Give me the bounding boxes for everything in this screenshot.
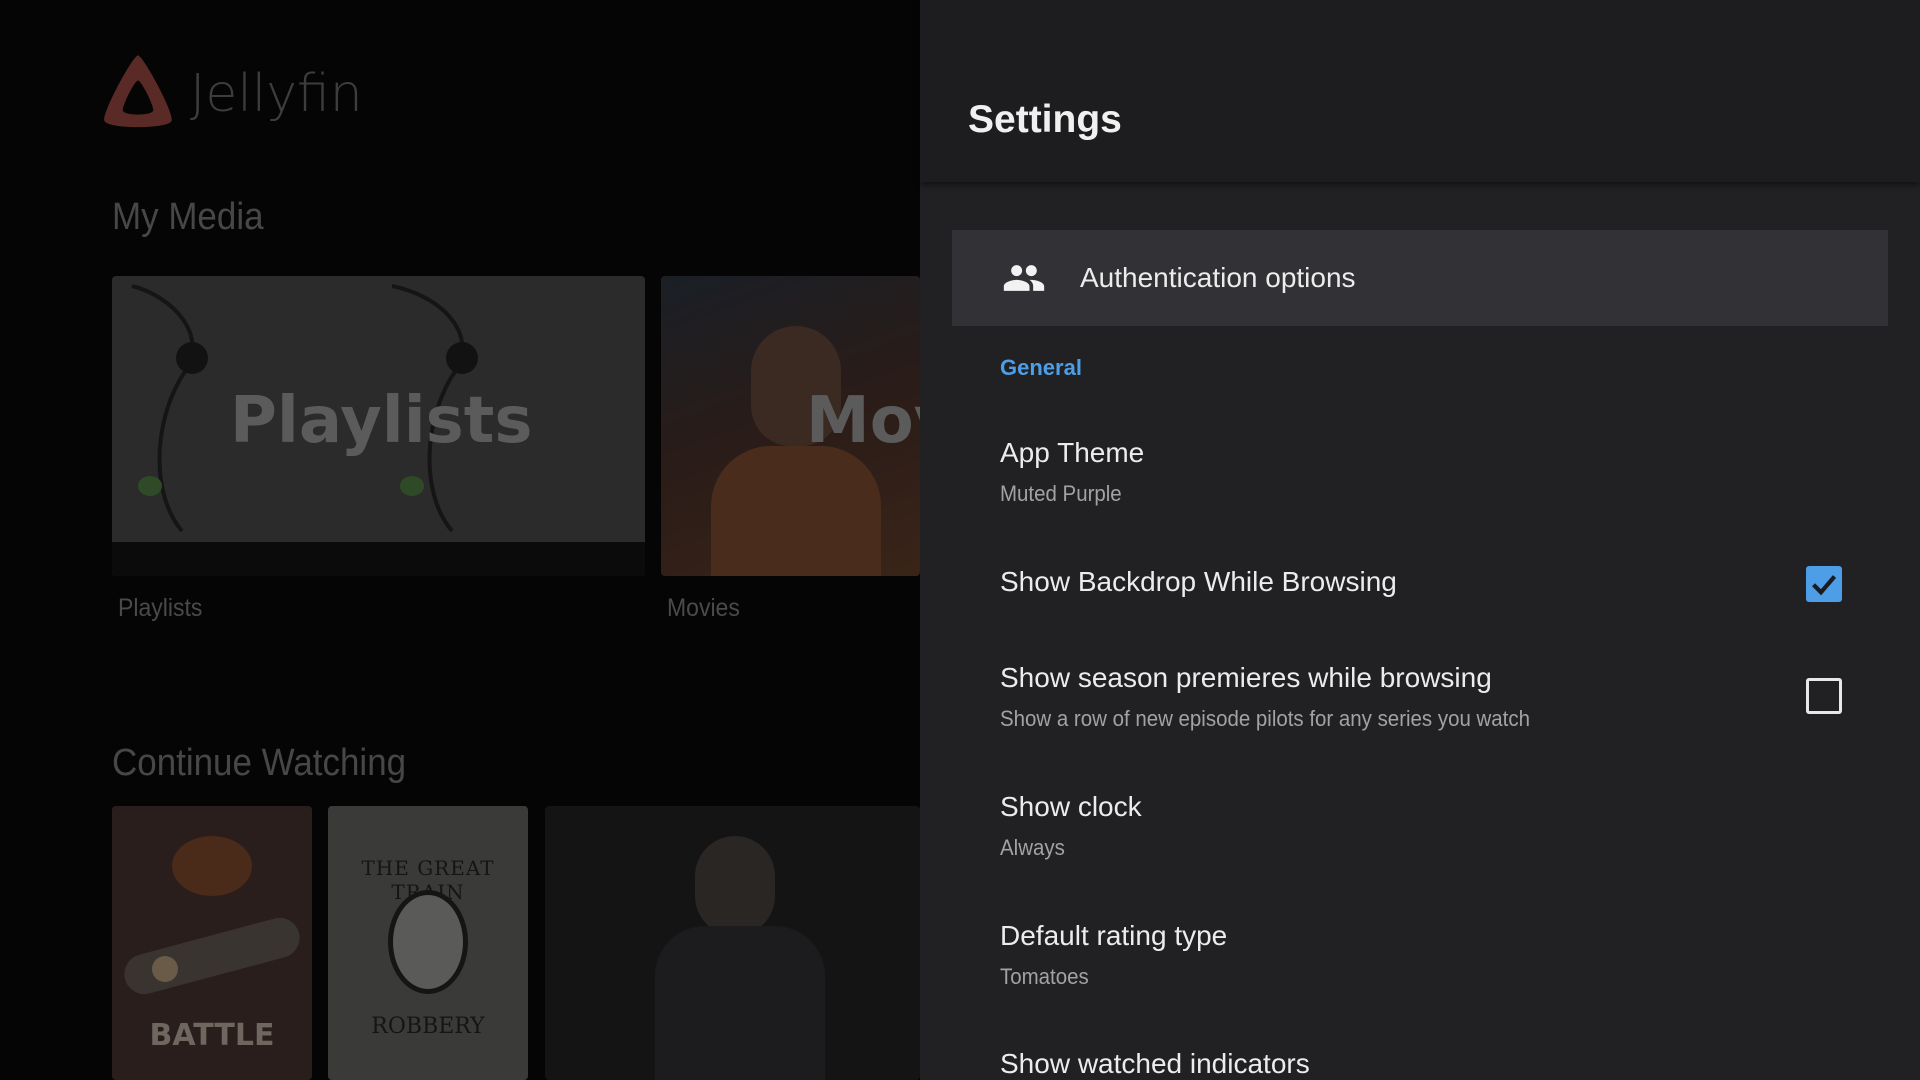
setting-title: Default rating type — [1000, 920, 1228, 951]
setting-show-watched-indicators[interactable]: Show watched indicators — [1000, 1048, 1840, 1080]
tile-text: Mov — [806, 384, 920, 458]
checkbox-checked[interactable] — [1806, 566, 1842, 602]
poster-title-art: BATTLE — [149, 1018, 275, 1053]
media-label-movies: Movies — [667, 594, 740, 622]
logo-text: Jellyfin — [190, 64, 363, 124]
settings-header: Settings — [920, 0, 1920, 182]
authentication-options-label: Authentication options — [1080, 262, 1356, 293]
setting-default-rating-type[interactable]: Default rating type Tomatoes — [1000, 920, 1840, 990]
jellyfin-logo: Jellyfin — [96, 52, 363, 136]
setting-value: Muted Purple — [1000, 481, 1122, 506]
people-icon — [1003, 265, 1045, 291]
setting-value: Always — [1000, 835, 1065, 860]
setting-title: App Theme — [1000, 437, 1145, 468]
setting-title: Show season premieres while browsing — [1000, 662, 1492, 693]
continue-watching-still[interactable] — [545, 806, 920, 1080]
setting-title: Show Backdrop While Browsing — [1000, 566, 1397, 597]
setting-show-clock[interactable]: Show clock Always — [1000, 791, 1840, 861]
media-label-playlists: Playlists — [118, 594, 203, 622]
section-header-general: General — [1000, 355, 1082, 380]
settings-panel: Settings Authentication options General … — [920, 0, 1920, 1080]
poster-title-end: ROBBERY — [371, 1014, 485, 1039]
checkbox-unchecked[interactable] — [1806, 678, 1842, 714]
setting-title: Show clock — [1000, 791, 1142, 822]
media-tile-movies[interactable]: Mov — [661, 276, 920, 576]
settings-title: Settings — [968, 98, 1122, 141]
continue-watching-title: Continue Watching — [112, 742, 407, 784]
tile-text: Playlists — [230, 384, 533, 458]
setting-app-theme[interactable]: App Theme Muted Purple — [1000, 437, 1840, 507]
setting-title: Show watched indicators — [1000, 1048, 1310, 1079]
authentication-options-item[interactable]: Authentication options — [952, 230, 1888, 326]
media-tile-playlists[interactable]: Playlists — [112, 276, 645, 576]
setting-show-season-premieres[interactable]: Show season premieres while browsing Sho… — [1000, 662, 1842, 732]
setting-value: Tomatoes — [1000, 964, 1089, 989]
my-media-title: My Media — [112, 196, 264, 238]
jellyfin-logo-icon — [104, 55, 172, 128]
poster-great-train-robbery[interactable]: THE GREAT TRAIN ROBBERY — [328, 806, 528, 1080]
setting-description: Show a row of new episode pilots for any… — [1000, 706, 1530, 731]
checkmark-icon — [1812, 575, 1837, 596]
setting-show-backdrop[interactable]: Show Backdrop While Browsing — [1000, 566, 1842, 606]
poster-battle-beyond-the-stars[interactable]: BATTLE — [112, 806, 312, 1080]
